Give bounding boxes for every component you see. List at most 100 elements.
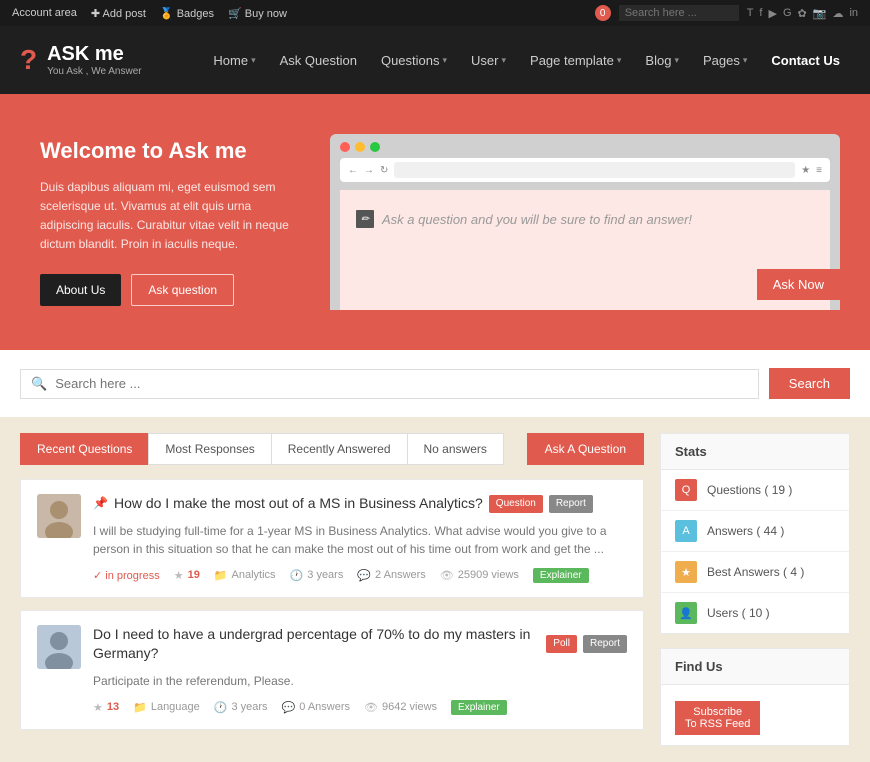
hero-content: Welcome to Ask me Duis dapibus aliquam m… <box>40 138 300 307</box>
report-badge[interactable]: Report <box>549 495 593 513</box>
facebook-icon[interactable]: f <box>759 7 762 20</box>
question-answers: 💬 2 Answers <box>357 569 425 582</box>
hero-buttons: About Us Ask question <box>40 274 300 306</box>
bookmark-icon[interactable]: ★ <box>801 165 810 176</box>
star-icon: ★ <box>93 701 103 714</box>
search-input[interactable] <box>55 376 748 391</box>
ask-now-button[interactable]: Ask Now <box>757 269 840 300</box>
youtube-icon[interactable]: ▶ <box>768 7 776 20</box>
site-subtitle: You Ask , We Answer <box>47 66 142 77</box>
answers-stat-label: Answers ( 44 ) <box>707 524 784 538</box>
explainer-badge: Explainer <box>451 700 507 715</box>
answers-stat-icon: A <box>675 520 697 542</box>
flickr-icon[interactable]: ✿ <box>798 7 807 20</box>
gplus-icon[interactable]: G <box>783 7 792 20</box>
nav-pages[interactable]: Pages ▾ <box>693 47 757 74</box>
question-body: 📌 How do I make the most out of a MS in … <box>93 494 627 583</box>
question-category: 📁 Language <box>133 701 200 714</box>
question-excerpt: Participate in the referendum, Please. <box>93 672 627 690</box>
avatar-image <box>37 494 81 538</box>
top-search-input[interactable] <box>619 5 739 21</box>
dot-yellow <box>355 142 365 152</box>
question-answers: 💬 0 Answers <box>282 701 350 714</box>
nav-contact-us[interactable]: Contact Us <box>761 47 850 74</box>
logo[interactable]: ? ASK me You Ask , We Answer <box>20 43 142 77</box>
nav-page-template[interactable]: Page template ▾ <box>520 47 631 74</box>
header: ? ASK me You Ask , We Answer Home ▾ Ask … <box>0 26 870 94</box>
stat-users[interactable]: 👤 Users ( 10 ) <box>661 593 849 633</box>
question-card: Do I need to have a undergrad percentage… <box>20 610 644 730</box>
refresh-icon[interactable]: ↻ <box>380 165 388 176</box>
question-status: ✓ in progress <box>93 569 160 582</box>
about-us-button[interactable]: About Us <box>40 274 121 306</box>
best-answers-stat-icon: ★ <box>675 561 697 583</box>
hero-browser-mockup: ← → ↻ ★ ≡ ✏ Ask a question and you will … <box>330 134 840 310</box>
poll-badge: Poll <box>546 635 577 653</box>
stat-answers[interactable]: A Answers ( 44 ) <box>661 511 849 552</box>
clock-icon: 🕐 <box>214 701 228 714</box>
url-bar[interactable] <box>394 162 795 178</box>
nav-blog[interactable]: Blog ▾ <box>635 47 689 74</box>
search-button[interactable]: Search <box>769 368 850 399</box>
question-views: 👁 25909 views <box>440 569 519 582</box>
site-title: ASK me <box>47 43 142 66</box>
back-icon[interactable]: ← <box>348 165 358 176</box>
report-badge[interactable]: Report <box>583 635 627 653</box>
badges-link[interactable]: 🏅 Badges <box>160 7 214 20</box>
top-bar: Account area ✚ Add post 🏅 Badges 🛒 Buy n… <box>0 0 870 26</box>
find-us-title: Find Us <box>661 649 849 685</box>
question-title: Do I need to have a undergrad percentage… <box>93 625 627 664</box>
linkedin-icon[interactable]: in <box>849 7 858 20</box>
question-link[interactable]: Do I need to have a undergrad percentage… <box>93 625 540 664</box>
add-post-link[interactable]: ✚ Add post <box>91 7 146 20</box>
nav-ask-question[interactable]: Ask Question <box>270 47 367 74</box>
logo-text: ASK me You Ask , We Answer <box>47 43 142 77</box>
nav-home[interactable]: Home ▾ <box>203 47 265 74</box>
account-area-link[interactable]: Account area <box>12 7 77 19</box>
stat-questions[interactable]: Q Questions ( 19 ) <box>661 470 849 511</box>
questions-column: Recent Questions Most Responses Recently… <box>20 433 644 746</box>
dot-green <box>370 142 380 152</box>
question-body: Do I need to have a undergrad percentage… <box>93 625 627 715</box>
search-icon: 🔍 <box>31 376 47 392</box>
notification-badge[interactable]: 0 <box>595 5 611 21</box>
search-section: 🔍 Search <box>0 350 870 417</box>
stat-best-answers[interactable]: ★ Best Answers ( 4 ) <box>661 552 849 593</box>
tab-recently-answered[interactable]: Recently Answered <box>271 433 407 465</box>
stats-title: Stats <box>661 434 849 470</box>
rss-subscribe-button[interactable]: SubscribeTo RSS Feed <box>675 701 760 735</box>
ask-question-tab-button[interactable]: Ask A Question <box>527 433 644 465</box>
search-box: 🔍 <box>20 369 759 399</box>
sidebar: Stats Q Questions ( 19 ) A Answers ( 44 … <box>660 433 850 746</box>
questions-stat-icon: Q <box>675 479 697 501</box>
users-stat-icon: 👤 <box>675 602 697 624</box>
rss-icon[interactable]: ☁ <box>832 7 843 20</box>
twitter-icon[interactable]: T <box>747 7 754 20</box>
buy-now-link[interactable]: 🛒 Buy now <box>228 7 287 20</box>
forward-icon[interactable]: → <box>364 165 374 176</box>
find-us-content: SubscribeTo RSS Feed <box>661 685 849 745</box>
ask-question-button[interactable]: Ask question <box>131 274 234 306</box>
folder-icon: 📁 <box>133 701 147 714</box>
main-nav: Home ▾ Ask Question Questions ▾ User ▾ P… <box>203 47 850 74</box>
nav-questions[interactable]: Questions ▾ <box>371 47 457 74</box>
question-link[interactable]: How do I make the most out of a MS in Bu… <box>114 494 483 514</box>
menu-icon[interactable]: ≡ <box>816 165 822 176</box>
star-icon: ★ <box>174 569 184 582</box>
logo-icon: ? <box>20 44 37 76</box>
instagram-icon[interactable]: 📷 <box>813 7 827 20</box>
question-time: 🕐 3 years <box>290 569 344 582</box>
social-icons: T f ▶ G ✿ 📷 ☁ in <box>747 7 858 20</box>
questions-stat-label: Questions ( 19 ) <box>707 483 792 497</box>
question-title: 📌 How do I make the most out of a MS in … <box>93 494 627 514</box>
question-input-placeholder[interactable]: ✏ Ask a question and you will be sure to… <box>356 210 692 228</box>
avatar <box>37 625 81 669</box>
tab-most-responses[interactable]: Most Responses <box>148 433 270 465</box>
tab-recent-questions[interactable]: Recent Questions <box>20 433 148 465</box>
explainer-badge: Explainer <box>533 568 589 583</box>
question-meta: ★ 13 📁 Language 🕐 3 years 💬 <box>93 700 627 715</box>
tab-no-answers[interactable]: No answers <box>407 433 504 465</box>
nav-user[interactable]: User ▾ <box>461 47 516 74</box>
question-time: 🕐 3 years <box>214 701 268 714</box>
folder-icon: 📁 <box>214 569 228 582</box>
